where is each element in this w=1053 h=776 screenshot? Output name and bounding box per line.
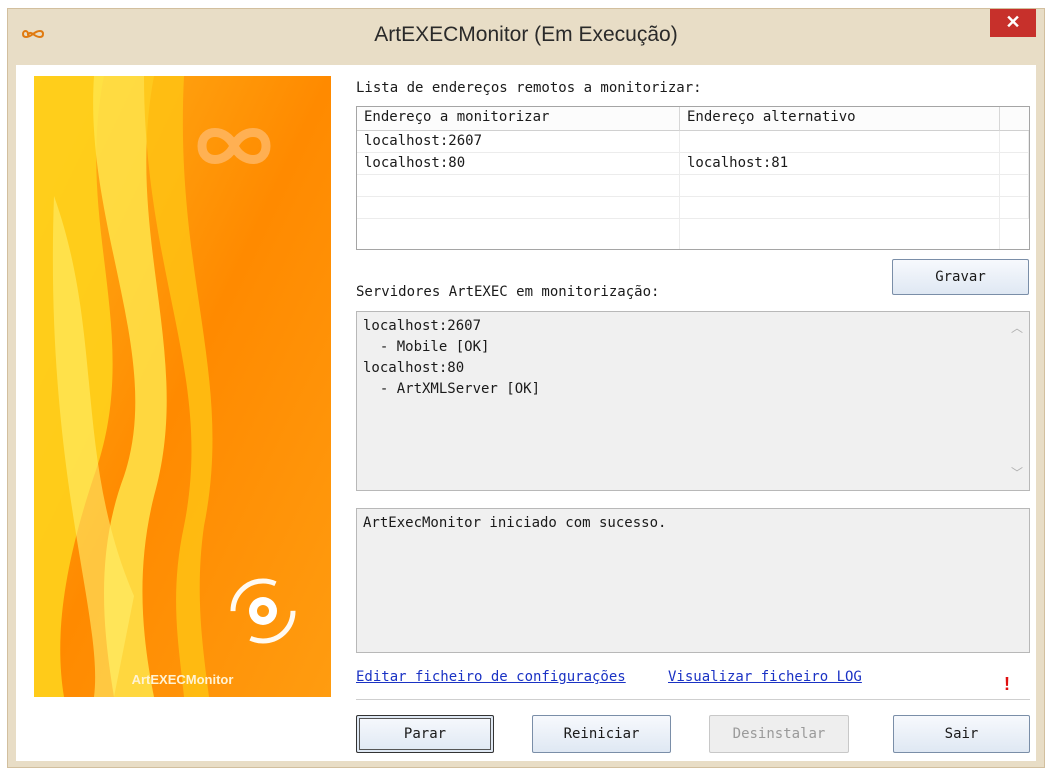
banner-caption: ArtEXECMonitor — [131, 672, 234, 687]
exit-button[interactable]: Sair — [893, 715, 1030, 753]
table-cell[interactable] — [680, 175, 1000, 197]
edit-config-link[interactable]: Editar ficheiro de configurações — [356, 669, 626, 685]
server-line: localhost:80 — [363, 360, 465, 376]
table-cell — [1000, 197, 1029, 219]
column-header-address[interactable]: Endereço a monitorizar — [357, 107, 680, 131]
server-line: localhost:2607 — [363, 318, 482, 334]
separator — [356, 699, 1030, 700]
table-cell — [1000, 153, 1029, 175]
side-banner: ArtEXECMonitor — [34, 76, 331, 697]
warning-icon: ! — [1004, 674, 1010, 694]
column-header-alternative[interactable]: Endereço alternativo — [680, 107, 1000, 131]
addresses-label: Lista de endereços remotos a monitorizar… — [356, 80, 702, 96]
table-cell[interactable]: localhost:2607 — [357, 131, 680, 153]
servers-status-box[interactable]: localhost:2607 - Mobile [OK] localhost:80… — [356, 311, 1030, 491]
banner-artwork — [34, 76, 331, 697]
server-line: - Mobile [OK] — [363, 339, 490, 355]
stop-button[interactable]: Parar — [356, 715, 494, 753]
table-cell — [1000, 131, 1029, 153]
server-line: - ArtXMLServer [OK] — [363, 381, 541, 397]
scroll-up-icon[interactable]: ︿ — [1011, 318, 1023, 339]
scroll-down-icon[interactable]: ﹀ — [1011, 463, 1023, 484]
log-text: ArtExecMonitor iniciado com sucesso. — [363, 515, 667, 531]
table-cell[interactable] — [357, 219, 680, 249]
table-cell[interactable]: localhost:80 — [357, 153, 680, 175]
view-log-link[interactable]: Visualizar ficheiro LOG — [668, 669, 862, 685]
table-cell[interactable] — [680, 197, 1000, 219]
restart-button[interactable]: Reiniciar — [532, 715, 671, 753]
table-cell[interactable]: localhost:81 — [680, 153, 1000, 175]
close-button[interactable]: ✕ — [990, 9, 1036, 37]
table-cell — [1000, 175, 1029, 197]
table-cell[interactable] — [357, 175, 680, 197]
servers-label: Servidores ArtEXEC em monitorização: — [356, 284, 660, 300]
addresses-table[interactable]: Endereço a monitorizar Endereço alternat… — [356, 106, 1030, 250]
app-window: ArtEXECMonitor (Em Execução) ✕ ArtEXECMo… — [7, 8, 1045, 768]
table-cell[interactable] — [357, 197, 680, 219]
title-bar[interactable]: ArtEXECMonitor (Em Execução) ✕ — [8, 9, 1044, 65]
uninstall-button[interactable]: Desinstalar — [709, 715, 849, 753]
log-box[interactable]: ArtExecMonitor iniciado com sucesso. — [356, 508, 1030, 653]
client-area: ArtEXECMonitor Lista de endereços remoto… — [16, 65, 1036, 761]
close-icon: ✕ — [1005, 12, 1021, 32]
table-cell[interactable] — [680, 219, 1000, 249]
table-cell[interactable] — [680, 131, 1000, 153]
window-title: ArtEXECMonitor (Em Execução) — [374, 23, 678, 46]
save-button[interactable]: Gravar — [892, 259, 1029, 295]
column-header-filler — [1000, 107, 1029, 131]
